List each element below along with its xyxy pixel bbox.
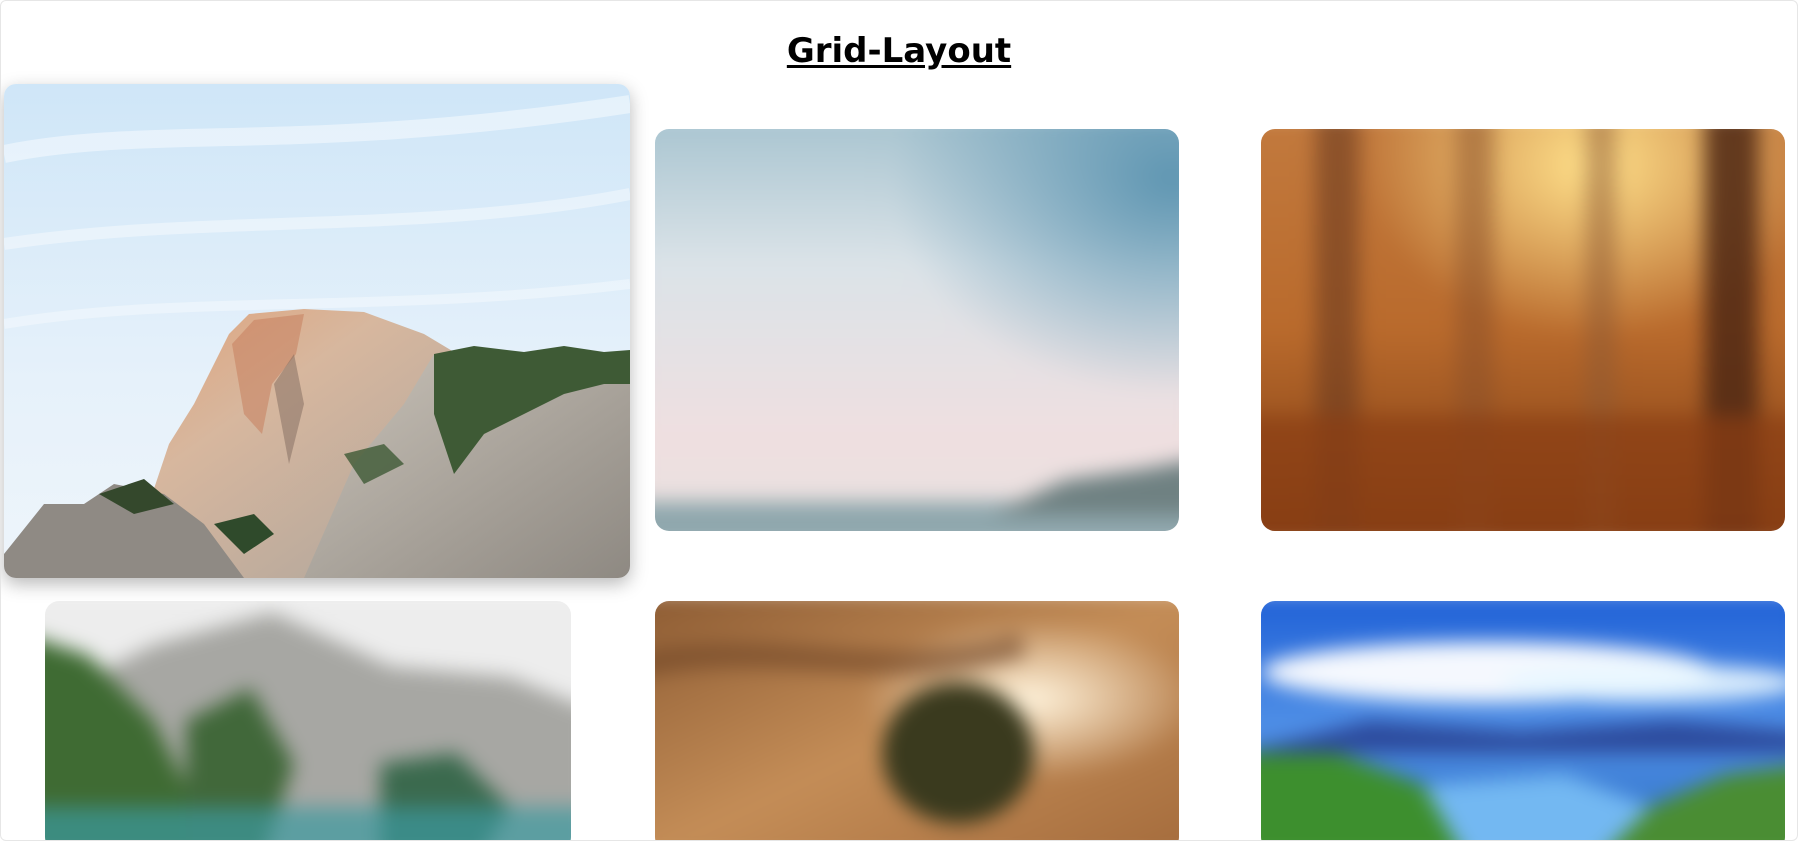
granite-dome-image <box>4 84 630 578</box>
mountain-lake-image <box>45 601 571 840</box>
pastel-lake-image <box>655 129 1179 531</box>
river-valley-image <box>1261 601 1785 840</box>
image-grid <box>1 1 1797 840</box>
gallery-image-river-valley[interactable] <box>1261 601 1785 840</box>
page-frame: Grid-Layout <box>0 0 1798 841</box>
gallery-image-autumn-forest[interactable] <box>1261 129 1785 531</box>
autumn-forest-image <box>1261 129 1785 531</box>
gallery-image-pastel-lake[interactable] <box>655 129 1179 531</box>
gallery-image-mountain-lake[interactable] <box>45 601 571 840</box>
gallery-image-golden-tree[interactable] <box>655 601 1179 840</box>
golden-tree-image <box>655 601 1179 840</box>
gallery-image-granite-dome[interactable] <box>4 84 630 578</box>
